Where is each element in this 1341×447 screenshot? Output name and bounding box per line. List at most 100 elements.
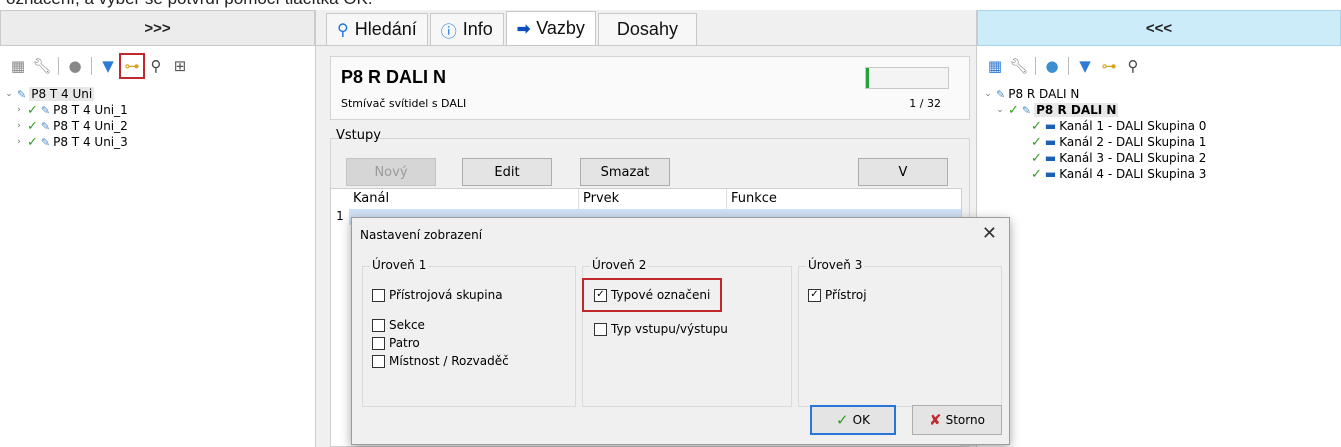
pencil-icon: ✎ <box>17 87 27 101</box>
left-panel-header[interactable]: >>> <box>0 10 315 46</box>
check-icon: ✓ <box>27 102 38 118</box>
list-icon[interactable]: ▦ <box>985 56 1005 76</box>
tree-node[interactable]: › ✓ ✎ P8 T 4 Uni_3 <box>4 134 315 150</box>
checkbox-label: Patro <box>389 336 420 350</box>
arrow-right-icon: ➡ <box>516 20 531 38</box>
chevron-right-icon[interactable]: › <box>14 105 24 115</box>
tab-dosahy[interactable]: Dosahy <box>597 13 697 45</box>
pencil-icon: ✎ <box>40 103 51 117</box>
checkbox[interactable] <box>372 354 385 368</box>
filter-icon[interactable]: ▼ <box>98 56 118 76</box>
checkbox-typove-oznaceni[interactable]: ✓ Typové označeni <box>594 288 710 302</box>
pencil-icon: ✎ <box>1021 103 1032 117</box>
globe-icon[interactable]: ● <box>65 56 85 76</box>
tree-node-label: Kanál 4 - DALI Skupina 3 <box>1059 167 1207 181</box>
filter-icon[interactable]: ▼ <box>1075 56 1095 76</box>
column-header-kanal[interactable]: Kanál <box>349 189 579 209</box>
checkbox-label: Přístroj <box>825 288 867 302</box>
checkbox[interactable] <box>372 336 385 350</box>
tree-node[interactable]: ⌄ ✎ P8 T 4 Uni <box>4 86 315 102</box>
checkbox-sekce[interactable]: Sekce <box>372 318 425 332</box>
column-header-prvek[interactable]: Prvek <box>579 189 727 209</box>
tree-node[interactable]: › ✓ ✎ P8 T 4 Uni_2 <box>4 118 315 134</box>
checkbox-mistnost-rozvadec[interactable]: Místnost / Rozvaděč <box>372 354 509 368</box>
checkbox[interactable] <box>594 322 607 336</box>
tree-view-icon[interactable]: ⊶ <box>1099 56 1119 76</box>
checkbox-pristrojova-skupina[interactable]: Přístrojová skupina <box>372 288 503 302</box>
checkbox[interactable]: ✓ <box>808 288 821 302</box>
tab-bar: ⚲ Hledání ⓘ Info ➡ Vazby Dosahy <box>316 10 976 46</box>
device-title: P8 R DALI N <box>341 67 447 87</box>
chevron-right-icon[interactable]: › <box>14 121 24 131</box>
check-icon: ✓ <box>1008 102 1019 118</box>
channel-icon: ▬ <box>1044 135 1057 149</box>
tree-node[interactable]: ✓ ▬ Kanál 3 - DALI Skupina 2 <box>983 150 1341 166</box>
display-settings-dialog: Nastavení zobrazení ✕ Úroveň 1 Přístrojo… <box>351 217 1010 445</box>
tree-node[interactable]: ⌄ ✓ ✎ P8 R DALI N <box>983 102 1341 118</box>
right-panel: <<< ▦ 🔧︎ ● ▼ ⊶ ⚲ ⌄ ✎ P8 R DALI N ⌄ ✓ ✎ P… <box>976 10 1341 447</box>
top-caption: označení, a výběr se potvrdí pomocí tlač… <box>0 0 1341 10</box>
dialog-title: Nastavení zobrazení <box>360 228 483 242</box>
tree-node-label: P8 T 4 Uni <box>29 87 95 101</box>
tab-hledani[interactable]: ⚲ Hledání <box>326 13 428 45</box>
cancel-label: Storno <box>945 413 985 427</box>
chevron-down-icon[interactable]: ⌄ <box>4 89 14 99</box>
checkbox-pristroj[interactable]: ✓ Přístroj <box>808 288 867 302</box>
pencil-icon: ✎ <box>40 119 51 133</box>
channel-icon: ▬ <box>1044 119 1057 133</box>
edit-button[interactable]: Edit <box>462 158 552 186</box>
device-count: 1 / 32 <box>909 97 941 110</box>
tree-node[interactable]: ✓ ▬ Kanál 4 - DALI Skupina 3 <box>983 166 1341 182</box>
list-icon[interactable]: ▦ <box>8 56 28 76</box>
checkbox[interactable] <box>372 288 385 302</box>
tab-label: Info <box>462 19 493 39</box>
level2-label: Úroveň 2 <box>590 258 649 272</box>
chevron-down-icon[interactable]: ⌄ <box>983 89 993 99</box>
tree-node[interactable]: ✓ ▬ Kanál 1 - DALI Skupina 0 <box>983 118 1341 134</box>
inputs-group-label: Vstupy <box>336 128 381 143</box>
close-icon[interactable]: ✕ <box>982 223 997 244</box>
checkbox-label: Přístrojová skupina <box>389 288 503 302</box>
new-button[interactable]: Nový <box>346 158 436 186</box>
tree-view-icon[interactable]: ⊶ <box>119 53 145 79</box>
wrench-icon[interactable]: 🔧︎ <box>1009 56 1029 76</box>
toolbar-separator <box>1068 57 1069 75</box>
check-icon: ✓ <box>27 134 38 150</box>
tree-node-label: Kanál 2 - DALI Skupina 1 <box>1059 135 1207 149</box>
check-icon: ✓ <box>836 411 849 429</box>
x-icon: ✘ <box>929 411 942 429</box>
delete-button[interactable]: Smazat <box>580 158 670 186</box>
chevron-down-icon[interactable]: ⌄ <box>995 105 1005 115</box>
cancel-button[interactable]: ✘ Storno <box>912 405 1002 435</box>
tab-vazby[interactable]: ➡ Vazby <box>505 11 596 45</box>
device-subtitle: Stmívač svítidel s DALI <box>341 97 467 110</box>
v-button[interactable]: V <box>858 158 948 186</box>
checkbox[interactable] <box>372 318 385 332</box>
checkbox[interactable]: ✓ <box>594 288 607 302</box>
checkbox-typ-vstupu-vystupu[interactable]: Typ vstupu/výstupu <box>594 322 728 336</box>
tree-node[interactable]: ⌄ ✎ P8 R DALI N <box>983 86 1341 102</box>
left-panel: >>> ▦ 🔧︎ ● ▼ ⊶ ⚲ ⊞ ⌄ ✎ P8 T 4 Uni › ✓ ✎ … <box>0 10 316 447</box>
left-tree: ⌄ ✎ P8 T 4 Uni › ✓ ✎ P8 T 4 Uni_1 › ✓ ✎ … <box>0 86 315 150</box>
wrench-icon[interactable]: 🔧︎ <box>32 56 52 76</box>
tree-node[interactable]: › ✓ ✎ P8 T 4 Uni_1 <box>4 102 315 118</box>
tab-label: Dosahy <box>616 19 678 39</box>
progress-fill <box>866 68 869 88</box>
chevron-right-icon[interactable]: › <box>14 137 24 147</box>
tab-info[interactable]: ⓘ Info <box>429 13 504 45</box>
ok-button[interactable]: ✓ OK <box>810 405 896 435</box>
expand-collapse-icon[interactable]: ⊞ <box>170 56 190 76</box>
search-icon[interactable]: ⚲ <box>1123 56 1143 76</box>
checkbox-patro[interactable]: Patro <box>372 336 420 350</box>
column-header-funkce[interactable]: Funkce <box>727 189 963 209</box>
progress-bar <box>865 67 949 89</box>
checkbox-label: Sekce <box>389 318 425 332</box>
right-panel-header[interactable]: <<< <box>977 10 1341 46</box>
search-icon[interactable]: ⚲ <box>146 56 166 76</box>
tree-node-label: P8 T 4 Uni_3 <box>53 135 128 149</box>
tree-node[interactable]: ✓ ▬ Kanál 2 - DALI Skupina 1 <box>983 134 1341 150</box>
tab-label: Hledání <box>354 19 417 39</box>
channel-icon: ▬ <box>1044 167 1057 181</box>
globe-icon[interactable]: ● <box>1042 56 1062 76</box>
row-number: 1 <box>336 209 344 223</box>
